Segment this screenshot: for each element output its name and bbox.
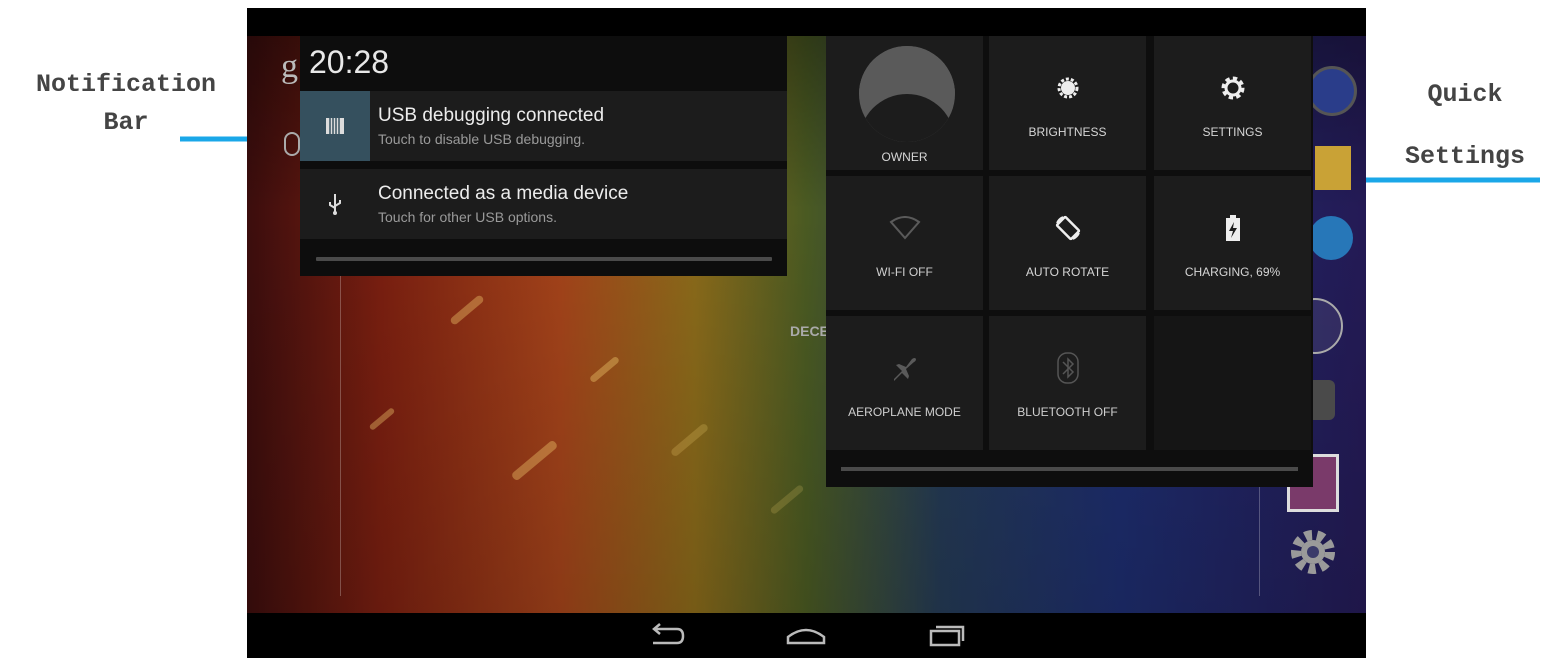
back-icon[interactable] xyxy=(645,619,685,651)
tile-brightness[interactable]: BRIGHTNESS xyxy=(989,36,1146,170)
tile-owner[interactable]: OWNER xyxy=(826,36,983,170)
battery-charging-icon xyxy=(1154,212,1311,244)
airplane-icon xyxy=(826,352,983,384)
wifi-off-icon xyxy=(826,212,983,244)
navigation-bar xyxy=(247,613,1366,658)
tile-label: WI-FI OFF xyxy=(876,265,933,279)
tile-label: AUTO ROTATE xyxy=(1025,265,1110,279)
tile-bluetooth[interactable]: BLUETOOTH OFF xyxy=(989,316,1146,450)
tile-auto-rotate[interactable]: AUTO ROTATE xyxy=(989,176,1146,310)
app-icon[interactable] xyxy=(1309,216,1353,260)
tile-empty xyxy=(1154,316,1311,450)
tile-wifi[interactable]: WI-FI OFF xyxy=(826,176,983,310)
notification-subtitle: Touch for other USB options. xyxy=(378,209,557,225)
home-icon[interactable] xyxy=(786,619,826,651)
tile-label: OWNER xyxy=(881,150,928,164)
tile-battery[interactable]: CHARGING, 69% xyxy=(1154,176,1311,310)
quick-settings-panel: OWNER BRIGHTNESS SETTINGS WI-FI OFF AUTO… xyxy=(826,36,1313,487)
auto-rotate-icon xyxy=(989,212,1146,244)
wallpaper-date-fragment: DECE xyxy=(790,323,829,339)
device-screen: g DECE 20:28 USB debugging connected Tou… xyxy=(247,8,1366,658)
notification-item-media-device[interactable]: Connected as a media device Touch for ot… xyxy=(300,169,787,239)
recent-apps-icon[interactable] xyxy=(927,619,967,651)
app-icon[interactable] xyxy=(1307,66,1357,116)
wallpaper-search-fragment[interactable]: g xyxy=(281,48,298,86)
tile-settings[interactable]: SETTINGS xyxy=(1154,36,1311,170)
bluetooth-off-icon xyxy=(989,352,1146,384)
panel-drag-handle[interactable] xyxy=(316,257,772,261)
tile-label: SETTINGS xyxy=(1202,125,1263,139)
notification-panel: 20:28 USB debugging connected Touch to d… xyxy=(300,36,787,276)
annotation-line-1: Quick xyxy=(1427,80,1503,109)
app-icon[interactable] xyxy=(1315,146,1351,190)
status-clock: 20:28 xyxy=(309,44,390,80)
notification-title: Connected as a media device xyxy=(378,183,629,204)
tile-label: BLUETOOTH OFF xyxy=(1017,405,1118,419)
notification-subtitle: Touch to disable USB debugging. xyxy=(378,131,586,147)
notification-title: USB debugging connected xyxy=(378,105,605,126)
user-avatar-icon xyxy=(859,46,955,142)
tile-label: BRIGHTNESS xyxy=(1028,125,1107,139)
gear-icon[interactable] xyxy=(1287,526,1339,578)
panel-drag-handle[interactable] xyxy=(841,467,1298,471)
tile-label: AEROPLANE MODE xyxy=(848,405,961,419)
notification-item-usb-debugging[interactable]: USB debugging connected Touch to disable… xyxy=(300,91,787,161)
usb-debug-icon xyxy=(300,91,370,161)
mic-icon[interactable] xyxy=(284,132,300,156)
annotation-line-1: Notification xyxy=(35,70,217,99)
tile-aeroplane-mode[interactable]: AEROPLANE MODE xyxy=(826,316,983,450)
tile-label: CHARGING, 69% xyxy=(1184,265,1281,279)
usb-icon xyxy=(300,169,370,239)
gear-icon xyxy=(1154,72,1311,104)
brightness-icon xyxy=(989,72,1146,104)
